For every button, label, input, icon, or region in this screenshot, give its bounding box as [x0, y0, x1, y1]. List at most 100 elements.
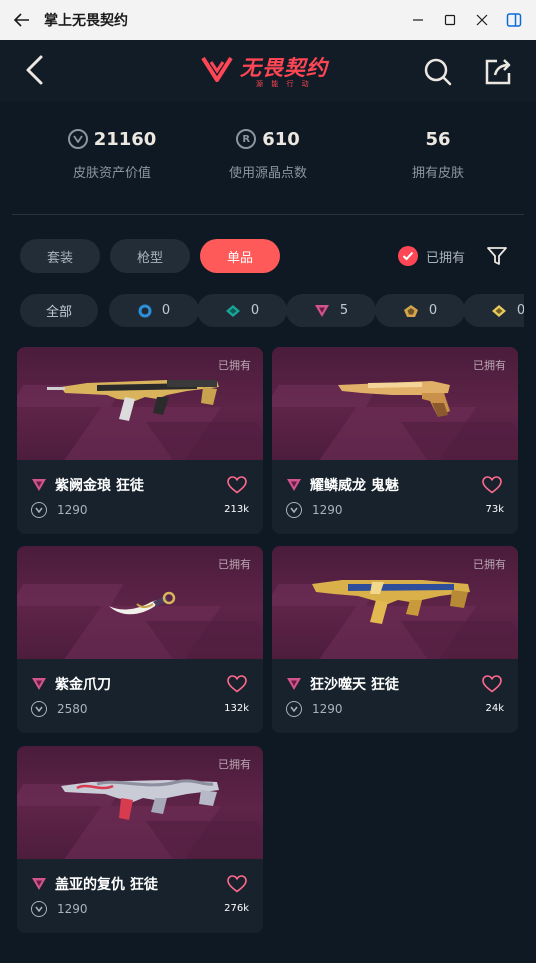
owned-filter-label: 已拥有 [426, 250, 466, 266]
app-header: 无畏契约 源 能 行 动 [0, 40, 536, 102]
tab-weapon-type[interactable]: 枪型 [110, 239, 190, 273]
window-titlebar: 掌上无畏契约 [0, 0, 536, 40]
tier-count: 0 [161, 303, 171, 318]
stats-panel: 21160 皮肤资产价值 R 610 使用源晶点数 56 拥有皮肤 [0, 110, 536, 200]
vp-icon [31, 901, 47, 917]
owned-badge: 已拥有 [218, 359, 251, 372]
owned-badge: 已拥有 [218, 758, 251, 771]
search-icon [424, 58, 452, 86]
stat-value: 610 [262, 128, 300, 150]
tier-exclusive[interactable]: 0 [375, 294, 465, 327]
skin-name: 狂沙噬天 狂徒 [310, 677, 399, 693]
stat-label: 使用源晶点数 [228, 166, 307, 181]
tab-bundle[interactable]: 套装 [20, 239, 100, 273]
tier-ultra[interactable]: 0 [463, 294, 524, 327]
deluxe-tier-icon [225, 304, 240, 317]
sidebar-panel-icon [506, 13, 522, 27]
share-button[interactable] [480, 54, 516, 90]
check-circle-icon [398, 246, 418, 266]
skin-name: 紫金爪刀 [55, 677, 111, 693]
owned-badge: 已拥有 [473, 558, 506, 571]
exclusive-tier-icon [403, 304, 418, 317]
sidebar-toggle-button[interactable] [498, 0, 530, 40]
stat-owned-skins: 56 拥有皮肤 [353, 124, 523, 182]
vp-icon [31, 502, 47, 518]
skin-price: 1290 [312, 503, 343, 517]
tier-count: 0 [250, 303, 260, 318]
premium-tier-icon [32, 678, 46, 690]
skin-card[interactable]: 已拥有 耀鳞威龙 鬼魅 1290 73k [272, 347, 518, 534]
heart-icon[interactable] [482, 675, 502, 693]
maximize-button[interactable] [434, 0, 466, 40]
vp-icon [67, 129, 88, 149]
tier-select[interactable]: 0 [109, 294, 199, 327]
premium-tier-icon [314, 304, 329, 317]
skin-card[interactable]: 已拥有 紫金爪刀 2580 132k [17, 546, 263, 733]
like-count: 24k [485, 703, 504, 714]
vp-icon [286, 502, 302, 518]
skin-name: 紫阙金琅 狂徒 [55, 478, 144, 494]
share-icon [485, 59, 511, 85]
premium-tier-icon [287, 678, 301, 690]
stat-value: 56 [425, 128, 451, 150]
close-button[interactable] [466, 0, 498, 40]
maximize-icon [444, 14, 456, 26]
tier-filter-row: 全部 0 0 5 0 0 [0, 294, 524, 328]
minimize-button[interactable] [402, 0, 434, 40]
filter-funnel-icon [487, 247, 507, 265]
chevron-left-icon [26, 55, 43, 85]
skin-price: 1290 [312, 702, 343, 716]
vp-icon [286, 701, 302, 717]
brand-name: 无畏契约 [240, 56, 328, 80]
back-button[interactable] [18, 52, 50, 88]
skin-card[interactable]: 已拥有 盖亚的复仇 狂徒 1290 276k [17, 746, 263, 933]
tier-label: 全部 [45, 305, 72, 320]
skin-name: 耀鳞威龙 鬼魅 [310, 478, 399, 494]
tier-all[interactable]: 全部 [20, 294, 98, 327]
tab-single-item[interactable]: 单品 [200, 239, 280, 273]
skin-card[interactable]: 已拥有 紫阙金琅 狂徒 1290 213k [17, 347, 263, 534]
window-back-button[interactable] [0, 0, 44, 40]
stat-label: 拥有皮肤 [411, 166, 464, 181]
skin-card[interactable]: 已拥有 狂沙噬天 狂徒 1290 24k [272, 546, 518, 733]
valorant-mark-icon [201, 56, 233, 82]
heart-icon[interactable] [227, 875, 247, 893]
heart-icon[interactable] [227, 675, 247, 693]
filter-button[interactable] [484, 242, 510, 270]
skin-price: 1290 [57, 902, 88, 916]
heart-icon[interactable] [482, 476, 502, 494]
owned-badge: 已拥有 [218, 558, 251, 571]
brand-subtitle: 源 能 行 动 [256, 80, 312, 88]
radianite-icon: R [236, 129, 257, 149]
tier-count: 5 [339, 303, 349, 318]
tier-deluxe[interactable]: 0 [197, 294, 287, 327]
valorant-logo: 无畏契约 源 能 行 动 [200, 52, 340, 92]
tier-count: 0 [428, 303, 438, 318]
premium-tier-icon [287, 479, 301, 491]
minimize-icon [413, 19, 423, 21]
search-button[interactable] [420, 54, 456, 90]
like-count: 132k [224, 703, 249, 714]
tier-count: 0 [516, 303, 524, 318]
like-count: 276k [224, 903, 249, 914]
select-tier-icon [138, 304, 152, 317]
close-icon [476, 14, 488, 26]
arrow-left-icon [13, 13, 29, 27]
stat-radianite: R 610 使用源晶点数 [183, 124, 353, 182]
owned-filter-toggle[interactable]: 已拥有 [398, 243, 465, 269]
tier-premium[interactable]: 5 [286, 294, 376, 327]
stat-asset-value: 21160 皮肤资产价值 [27, 124, 197, 181]
window-title: 掌上无畏契约 [44, 13, 128, 29]
like-count: 213k [224, 504, 249, 515]
owned-badge: 已拥有 [473, 359, 506, 372]
skin-price: 1290 [57, 503, 88, 517]
heart-icon[interactable] [227, 476, 247, 494]
stat-value: 21160 [93, 128, 157, 150]
like-count: 73k [485, 504, 504, 515]
skin-price: 2580 [57, 702, 88, 716]
premium-tier-icon [32, 479, 46, 491]
vp-icon [31, 701, 47, 717]
divider [12, 214, 524, 215]
stat-label: 皮肤资产价值 [72, 166, 151, 181]
premium-tier-icon [32, 878, 46, 890]
